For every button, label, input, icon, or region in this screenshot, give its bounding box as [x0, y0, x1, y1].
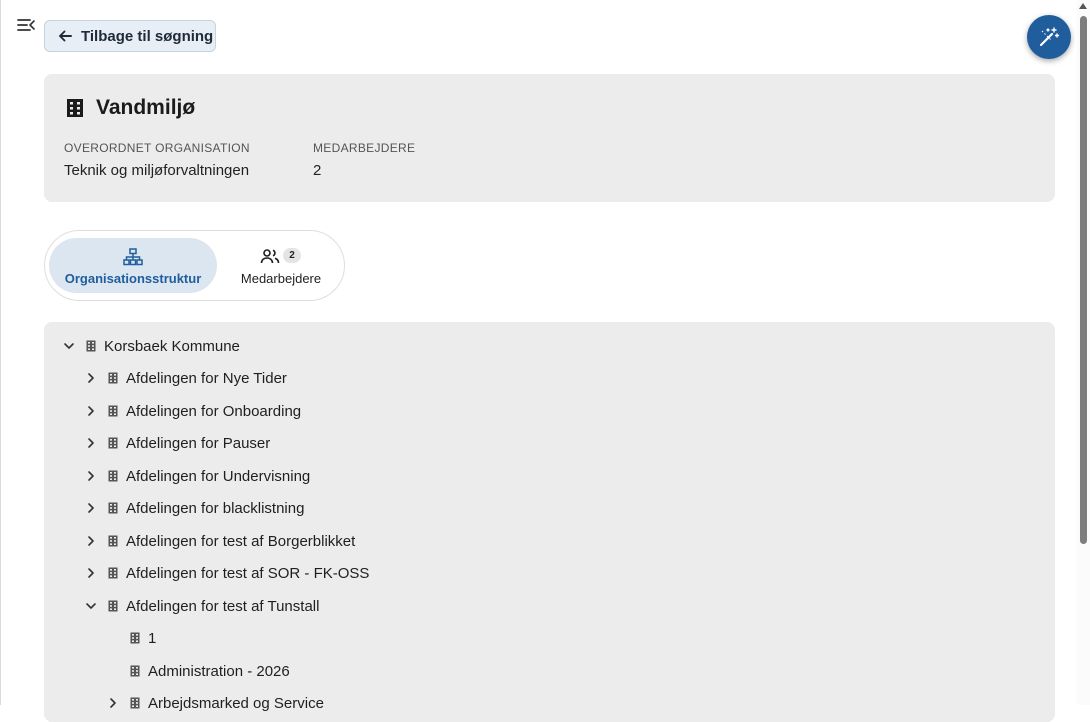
parent-organization-value: Teknik og miljøforvaltningen: [64, 162, 250, 179]
tree-item[interactable]: Arbejdsmarked og Service: [106, 691, 324, 715]
tree-item[interactable]: Afdelingen for Nye Tider: [84, 366, 287, 390]
tree-item-label: Afdelingen for test af Borgerblikket: [126, 532, 356, 550]
building-icon: [108, 567, 118, 579]
building-icon: [108, 535, 118, 547]
organization-title: Vandmiljø: [96, 96, 196, 119]
tab-organization-structure[interactable]: Organisationsstruktur: [49, 238, 217, 293]
tree-item-label: Afdelingen for Onboarding: [126, 402, 302, 420]
chevron-right-icon[interactable]: [84, 566, 98, 580]
building-icon: [108, 600, 118, 612]
magic-wand-button[interactable]: [1027, 15, 1071, 59]
tree-item[interactable]: Afdelingen for Undervisning: [84, 464, 310, 488]
tree-item-label: Afdelingen for Undervisning: [126, 467, 311, 485]
tree-item[interactable]: Afdelingen for Onboarding: [84, 399, 301, 423]
menu-collapse-icon[interactable]: [16, 16, 36, 34]
building-icon: [86, 340, 96, 352]
tree-item[interactable]: Afdelingen for test af Borgerblikket: [84, 529, 355, 553]
tab-organization-structure-label: Organisationsstruktur: [64, 271, 202, 286]
chevron-right-icon[interactable]: [106, 696, 120, 710]
chevron-right-icon[interactable]: [84, 534, 98, 548]
staff-count-value: 2: [313, 162, 322, 179]
tree-item[interactable]: 1: [106, 626, 156, 650]
tree-item[interactable]: Administration - 2026: [106, 659, 290, 683]
tree-item-label: Arbejdsmarked og Service: [148, 694, 324, 712]
tree-item-label: Korsbaek Kommune: [104, 337, 240, 355]
scrollbar-thumb[interactable]: [1080, 16, 1087, 544]
parent-organization-label: OVERORDNET ORGANISATION: [64, 141, 250, 155]
building-icon: [108, 405, 118, 417]
building-icon: [67, 99, 83, 117]
tree-item[interactable]: Afdelingen for blacklistning: [84, 496, 304, 520]
staff-count-label: MEDARBEJDERE: [313, 141, 416, 155]
building-icon: [108, 437, 118, 449]
staff-count-field: MEDARBEJDERE 2: [313, 141, 415, 179]
chevron-right-icon[interactable]: [84, 469, 98, 483]
tree-item-label: Afdelingen for Pauser: [126, 434, 271, 452]
organization-tree: Korsbaek Kommune Afdelingen for Nye Tide…: [44, 322, 1055, 722]
chevron-right-icon[interactable]: [84, 404, 98, 418]
tree-item[interactable]: Afdelingen for test af SOR - FK-OSS: [84, 561, 369, 585]
scroll-up-arrow-icon[interactable]: [1079, 2, 1087, 10]
parent-organization-field: OVERORDNET ORGANISATION Teknik og miljøf…: [64, 141, 250, 179]
tree-item-label: Administration - 2026: [148, 662, 290, 680]
tree-item-label: Afdelingen for blacklistning: [126, 499, 305, 517]
window-left-border: [0, 0, 1, 705]
tree-item-label: 1: [148, 629, 157, 647]
building-icon: [108, 372, 118, 384]
building-icon: [108, 470, 118, 482]
view-tabs: Organisationsstruktur 2 Medarbejdere: [44, 230, 345, 301]
building-icon: [130, 697, 140, 709]
org-chart-icon: [123, 248, 143, 266]
chevron-right-icon[interactable]: [84, 371, 98, 385]
tree-item[interactable]: Afdelingen for test af Tunstall: [84, 594, 319, 618]
chevron-down-icon[interactable]: [84, 599, 98, 613]
people-icon: [260, 249, 280, 264]
tree-item-label: Afdelingen for test af Tunstall: [126, 597, 320, 615]
building-icon: [130, 665, 140, 677]
tree-item[interactable]: Korsbaek Kommune: [62, 334, 240, 358]
tab-staff-label: Medarbejdere: [240, 271, 322, 286]
staff-count-badge: 2: [283, 248, 301, 263]
arrow-left-icon: [59, 30, 72, 42]
building-icon: [108, 502, 118, 514]
tree-item-label: Afdelingen for Nye Tider: [126, 369, 287, 387]
organization-info-card: Vandmiljø OVERORDNET ORGANISATION Teknik…: [44, 74, 1055, 202]
vertical-scrollbar[interactable]: [1077, 0, 1090, 705]
back-button-label: Tilbage til søgning: [81, 27, 214, 45]
tree-item[interactable]: Afdelingen for Pauser: [84, 431, 270, 455]
back-to-search-button[interactable]: Tilbage til søgning: [44, 20, 216, 52]
chevron-right-icon[interactable]: [84, 436, 98, 450]
magic-wand-icon: [1039, 27, 1060, 47]
chevron-right-icon[interactable]: [84, 501, 98, 515]
chevron-down-icon[interactable]: [62, 339, 76, 353]
building-icon: [130, 632, 140, 644]
tree-item-label: Afdelingen for test af SOR - FK-OSS: [126, 564, 370, 582]
tab-staff[interactable]: 2 Medarbejdere: [225, 238, 337, 293]
